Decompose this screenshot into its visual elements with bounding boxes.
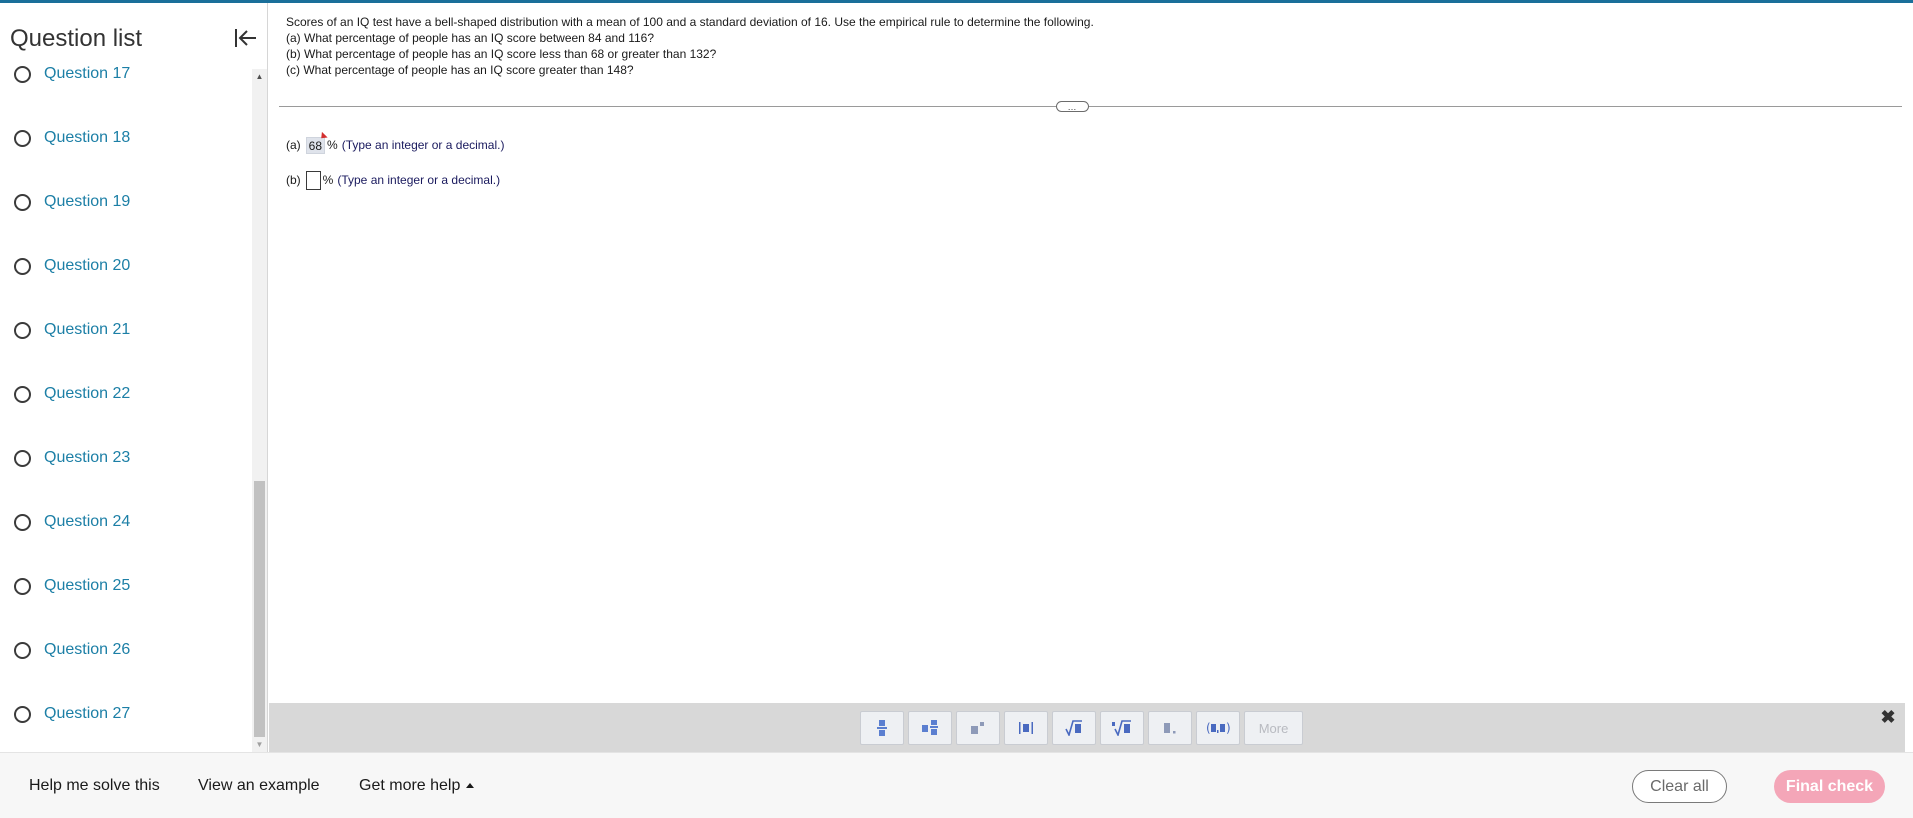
radio-circle-icon: [14, 705, 31, 723]
question-item-18[interactable]: Question 18: [14, 123, 130, 153]
sidebar-scrollbar[interactable]: ▲ ▼: [252, 69, 267, 752]
nth-root-icon: [1112, 720, 1131, 736]
question-item-22[interactable]: Question 22: [14, 379, 130, 409]
question-intro: Scores of an IQ test have a bell-shaped …: [286, 15, 1094, 29]
view-an-example-link[interactable]: View an example: [198, 777, 320, 795]
question-label: Question 24: [44, 513, 131, 530]
radio-circle-icon: [14, 257, 31, 275]
radio-circle-icon: [14, 129, 31, 147]
answer-input-b[interactable]: [305, 170, 321, 190]
panel-divider: [279, 106, 1902, 107]
question-part-a: (a) What percentage of people has an IQ …: [286, 31, 655, 45]
question-label: Question 18: [44, 129, 131, 146]
radio-circle-icon: [14, 65, 31, 83]
radio-circle-icon: [14, 385, 31, 403]
caret-up-icon: [466, 783, 475, 789]
question-item-27[interactable]: Question 27: [14, 699, 130, 729]
decimal-button[interactable]: [1148, 711, 1192, 745]
scrollbar-thumb[interactable]: [254, 481, 265, 737]
absolute-value-button[interactable]: [1004, 711, 1048, 745]
exponent-button[interactable]: [956, 711, 1000, 745]
get-more-help-link[interactable]: Get more help: [359, 777, 475, 795]
get-more-help-label: Get more help: [359, 777, 461, 794]
square-root-icon: [1065, 720, 1082, 736]
svg-text:(: (: [1206, 721, 1211, 735]
question-part-c: (c) What percentage of people has an IQ …: [286, 63, 634, 77]
question-label: Question 26: [44, 641, 131, 658]
answer-row-b: (b) % (Type an integer or a decimal.): [286, 170, 500, 190]
clear-all-button[interactable]: Clear all: [1632, 770, 1727, 803]
question-part-b: (b) What percentage of people has an IQ …: [286, 47, 717, 61]
final-check-button[interactable]: Final check: [1774, 770, 1885, 803]
scroll-down-arrow-icon[interactable]: ▼: [252, 737, 267, 752]
ordered-pair-icon: (): [1206, 721, 1230, 735]
question-label: Question 23: [44, 449, 131, 466]
footer-bar: Help me solve this View an example Get m…: [0, 752, 1913, 818]
question-label: Question 27: [44, 705, 131, 722]
question-text: Scores of an IQ test have a bell-shaped …: [286, 14, 1094, 78]
answer-part-label: (a): [286, 138, 301, 152]
question-label: Question 21: [44, 321, 131, 338]
answer-input-a[interactable]: 68: [305, 131, 328, 154]
question-list: Question 17 Question 18 Question 19 Ques…: [0, 59, 252, 752]
answer-hint: (Type an integer or a decimal.): [337, 173, 501, 187]
question-item-20[interactable]: Question 20: [14, 251, 130, 281]
radio-circle-icon: [14, 193, 31, 211]
scroll-up-arrow-icon[interactable]: ▲: [252, 69, 267, 84]
answer-value: 68: [308, 138, 323, 153]
percent-unit: %: [327, 138, 338, 152]
help-me-solve-this-link[interactable]: Help me solve this: [29, 777, 160, 795]
question-label: Question 22: [44, 385, 131, 402]
collapse-left-icon: [235, 29, 256, 47]
question-item-24[interactable]: Question 24: [14, 507, 130, 537]
question-panel: Scores of an IQ test have a bell-shaped …: [269, 3, 1913, 752]
percent-unit: %: [322, 173, 334, 187]
math-toolbar: () More ✖: [269, 703, 1905, 752]
question-label: Question 17: [44, 65, 131, 82]
question-item-17[interactable]: Question 17: [14, 59, 130, 89]
question-item-25[interactable]: Question 25: [14, 571, 130, 601]
absolute-value-icon: [1019, 722, 1033, 734]
radio-circle-icon: [14, 513, 31, 531]
radio-circle-icon: [14, 641, 31, 659]
ordered-pair-button[interactable]: (): [1196, 711, 1240, 745]
mixed-number-button[interactable]: [908, 711, 952, 745]
ellipsis-icon: …: [1067, 101, 1078, 112]
radio-circle-icon: [14, 577, 31, 595]
question-label: Question 25: [44, 577, 131, 594]
fraction-button[interactable]: [860, 711, 904, 745]
question-label: Question 19: [44, 193, 131, 210]
exponent-icon: [971, 722, 984, 734]
answer-hint: (Type an integer or a decimal.): [341, 138, 505, 152]
mixed-number-icon: [922, 720, 938, 735]
radio-circle-icon: [14, 449, 31, 467]
question-label: Question 20: [44, 257, 131, 274]
decimal-icon: [1164, 723, 1176, 734]
question-item-19[interactable]: Question 19: [14, 187, 130, 217]
question-item-23[interactable]: Question 23: [14, 443, 130, 473]
question-item-21[interactable]: Question 21: [14, 315, 130, 345]
sidebar-title: Question list: [10, 25, 143, 52]
question-item-26[interactable]: Question 26: [14, 635, 130, 665]
svg-text:): ): [1226, 721, 1230, 735]
square-root-button[interactable]: [1052, 711, 1096, 745]
question-list-sidebar: Question list Question 17 Question 18 Qu…: [0, 3, 268, 752]
close-icon[interactable]: ✖: [1878, 707, 1898, 727]
math-button-group: () More: [860, 711, 1307, 745]
answer-part-label: (b): [286, 173, 301, 187]
collapse-sidebar-button[interactable]: [231, 23, 261, 53]
radio-circle-icon: [14, 321, 31, 339]
answer-row-a: (a) 68 % (Type an integer or a decimal.): [286, 131, 505, 155]
nth-root-button[interactable]: [1100, 711, 1144, 745]
fraction-icon: [877, 720, 887, 736]
more-button[interactable]: More: [1244, 711, 1303, 745]
divider-drag-handle[interactable]: …: [1056, 101, 1089, 112]
